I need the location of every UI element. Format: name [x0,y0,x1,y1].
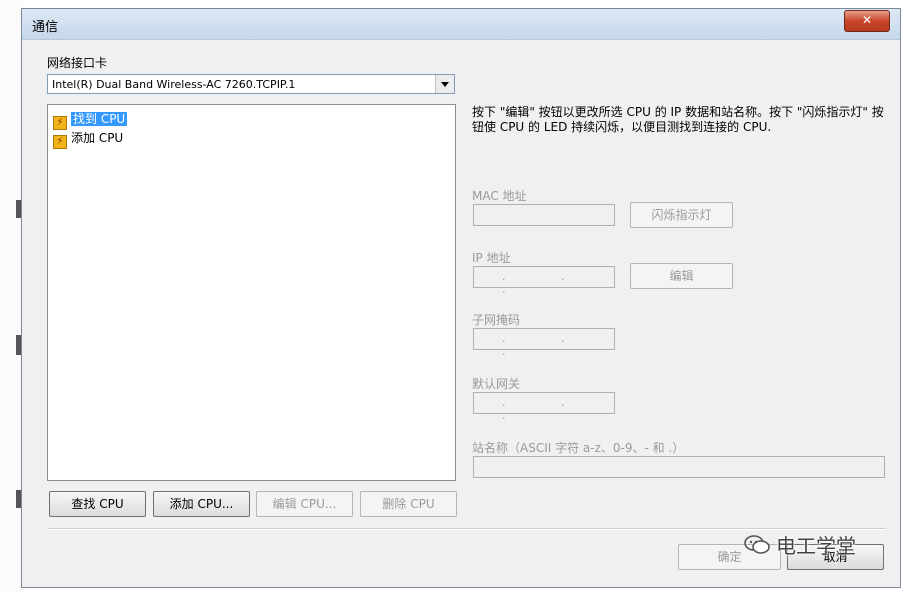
edit-cpu-button[interactable]: 编辑 CPU... [256,491,353,517]
tree-item-found-cpu[interactable]: ⚡ 找到 CPU [53,111,128,130]
mac-address-label: MAC 地址 [472,189,527,203]
close-button[interactable]: ✕ [844,10,890,32]
cpu-folder-icon: ⚡ [53,135,67,149]
title-bar: 通信 ✕ [22,9,900,40]
subnet-mask-label: 子网掩码 [472,313,521,327]
station-name-label: 站名称（ASCII 字符 a-z、0-9、- 和 .） [472,441,685,455]
default-gateway-field[interactable]: . . . [473,392,615,422]
station-name-field[interactable] [473,456,885,478]
delete-cpu-button[interactable]: 删除 CPU [360,491,457,517]
add-cpu-button[interactable]: 添加 CPU... [153,491,250,517]
tree-item-label: 找到 CPU [71,112,128,126]
network-card-label: 网络接口卡 [47,56,108,70]
subnet-mask-field[interactable]: . . . [473,328,615,358]
ip-address-field[interactable]: . . . [473,266,615,296]
wechat-icon [744,534,770,556]
instructions-text: 按下 "编辑" 按钮以更改所选 CPU 的 IP 数据和站名称。按下 "闪烁指示… [472,105,884,134]
edit-button[interactable]: 编辑 [630,263,733,289]
watermark-text: 电工学堂 [776,534,856,558]
default-gateway-label: 默认网关 [472,377,521,391]
chevron-down-icon[interactable] [435,75,454,93]
network-card-value: Intel(R) Dual Band Wireless-AC 7260.TCPI… [52,78,296,91]
mac-address-field[interactable] [473,204,615,226]
blink-led-button[interactable]: 闪烁指示灯 [630,202,733,228]
cpu-folder-icon: ⚡ [53,116,67,130]
default-gateway-dots: . . . [502,396,591,422]
tree-item-add-cpu[interactable]: ⚡ 添加 CPU [53,130,124,149]
close-icon: ✕ [861,13,873,27]
subnet-mask-dots: . . . [502,332,591,358]
cpu-tree[interactable]: ⚡ 找到 CPU ⚡ 添加 CPU [47,104,456,481]
tree-item-label: 添加 CPU [71,131,124,145]
ip-address-label: IP 地址 [472,251,511,265]
ip-address-dots: . . . [502,270,591,296]
network-card-select[interactable]: Intel(R) Dual Band Wireless-AC 7260.TCPI… [47,74,455,94]
communication-dialog: 通信 ✕ 网络接口卡 Intel(R) Dual Band Wireless-A… [21,8,901,588]
find-cpu-button[interactable]: 查找 CPU [49,491,146,517]
watermark: 电工学堂 [744,530,856,559]
dialog-title: 通信 [32,20,59,35]
